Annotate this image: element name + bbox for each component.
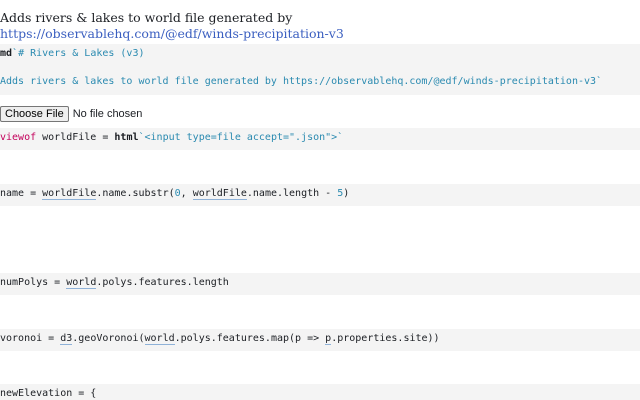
choose-file-button[interactable]: Choose File	[0, 106, 69, 122]
newelevation-code-cell[interactable]: newElevation = {	[0, 384, 640, 400]
md-cell-line-1: md`# Rivers & Lakes (v3)	[0, 48, 145, 59]
d3-ref[interactable]: d3	[60, 333, 73, 345]
md-cell-line-2: Adds rivers & lakes to world file genera…	[0, 76, 603, 87]
worldfile-code-cell[interactable]: viewof worldFile = html`<input type=file…	[0, 128, 640, 150]
world-ref[interactable]: world	[66, 277, 97, 289]
numpolys-code-cell[interactable]: numPolys = world.polys.features.length	[0, 273, 640, 295]
numpolys-line: numPolys = world.polys.features.length	[0, 277, 229, 289]
worldfile-ref[interactable]: worldFile	[42, 188, 97, 200]
intro-text: Adds rivers & lakes to world file genera…	[0, 10, 344, 42]
voronoi-line: voronoi = d3.geoVoronoi(world.polys.feat…	[0, 333, 440, 345]
file-input[interactable]: Choose File No file chosen	[0, 106, 142, 122]
file-status: No file chosen	[72, 108, 143, 120]
name-line: name = worldFile.name.substr(0, worldFil…	[0, 188, 350, 200]
intro-link[interactable]: https://observablehq.com/@edf/winds-prec…	[0, 26, 344, 41]
intro-description: Adds rivers & lakes to world file genera…	[0, 10, 293, 25]
name-code-cell[interactable]: name = worldFile.name.substr(0, worldFil…	[0, 184, 640, 206]
voronoi-code-cell[interactable]: voronoi = d3.geoVoronoi(world.polys.feat…	[0, 329, 640, 351]
worldfile-line: viewof worldFile = html`<input type=file…	[0, 132, 344, 143]
worldfile-ref[interactable]: worldFile	[192, 188, 247, 200]
newelevation-line: newElevation = {	[0, 388, 97, 399]
md-code-cell[interactable]: md`# Rivers & Lakes (v3) Adds rivers & l…	[0, 44, 640, 95]
world-ref[interactable]: world	[144, 333, 175, 345]
